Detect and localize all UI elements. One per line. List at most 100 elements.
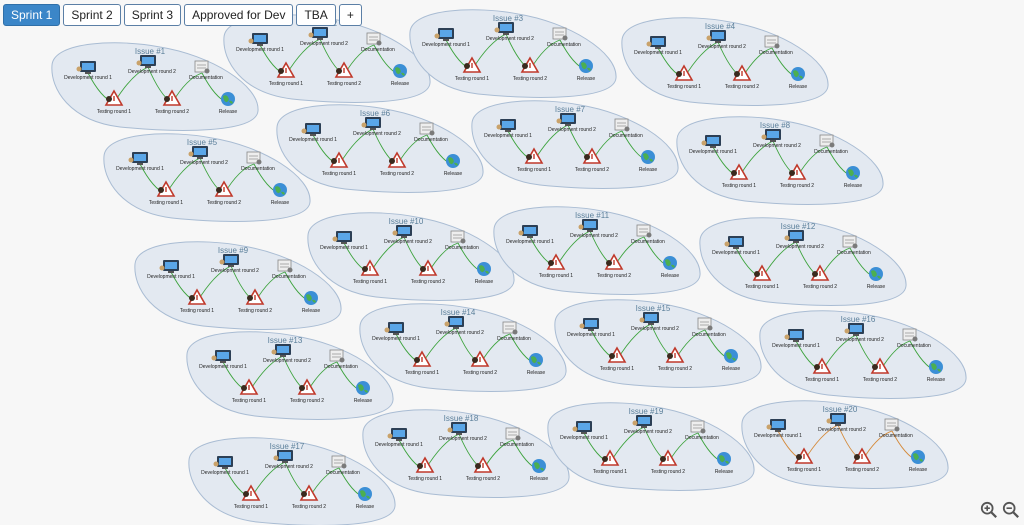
node-label-test2: Testing round 2 bbox=[780, 183, 814, 189]
node-label-test1: Testing round 1 bbox=[408, 476, 442, 482]
issue-cluster[interactable]: Issue #5 Development round 1 Development r… bbox=[103, 133, 311, 222]
node-label-test2: Testing round 2 bbox=[380, 171, 414, 177]
tab-sprint-2[interactable]: Sprint 2 bbox=[63, 4, 121, 26]
node-label-test2: Testing round 2 bbox=[845, 467, 879, 473]
issue-cluster[interactable]: Issue #3 Development round 1 Development r… bbox=[409, 9, 617, 98]
issue-cluster[interactable]: Issue #17 Development round 1 Development … bbox=[188, 437, 396, 525]
release-globe-icon bbox=[358, 487, 372, 501]
release-globe-icon bbox=[724, 349, 738, 363]
release-globe-icon bbox=[446, 154, 460, 168]
add-tab-button[interactable]: + bbox=[338, 4, 362, 26]
tab-sprint-3[interactable]: Sprint 3 bbox=[123, 4, 182, 26]
node-label-test2: Testing round 2 bbox=[466, 476, 500, 482]
node-label-test1: Testing round 1 bbox=[97, 109, 131, 115]
issue-cluster[interactable]: Issue #19 Development round 1 Development … bbox=[547, 402, 755, 491]
node-label-release: Release bbox=[271, 200, 290, 206]
node-label-release: Release bbox=[844, 183, 863, 189]
release-globe-icon bbox=[929, 360, 943, 374]
node-label-dev1: Development round 1 bbox=[116, 166, 164, 172]
node-label-dev2: Development round 2 bbox=[353, 131, 401, 137]
node-label-dev2: Development round 2 bbox=[570, 233, 618, 239]
issue-title: Issue #11 bbox=[575, 211, 610, 220]
node-label-dev2: Development round 2 bbox=[753, 143, 801, 149]
node-label-release: Release bbox=[661, 273, 680, 279]
node-label-release: Release bbox=[909, 467, 928, 473]
node-label-release: Release bbox=[354, 398, 373, 404]
node-label-test1: Testing round 1 bbox=[805, 377, 839, 383]
issue-cluster[interactable]: Issue #7 Development round 1 Development r… bbox=[471, 100, 679, 189]
release-globe-icon bbox=[641, 150, 655, 164]
node-label-test2: Testing round 2 bbox=[725, 84, 759, 90]
zoom-controls bbox=[980, 501, 1020, 519]
node-label-doc: Documentation bbox=[759, 50, 793, 56]
tab-approved-for-dev[interactable]: Approved for Dev bbox=[184, 4, 294, 26]
node-label-dev2: Development round 2 bbox=[631, 326, 679, 332]
issue-cluster[interactable]: Issue #15 Development round 1 Development … bbox=[554, 299, 762, 388]
issue-title: Issue #9 bbox=[218, 246, 249, 255]
documentation-icon bbox=[246, 151, 262, 165]
documentation-icon bbox=[194, 60, 210, 74]
node-label-release: Release bbox=[789, 84, 808, 90]
issue-title: Issue #14 bbox=[441, 308, 476, 317]
node-label-dev1: Development round 1 bbox=[689, 149, 737, 155]
issue-cluster[interactable]: Issue #20 Development round 1 Development … bbox=[741, 400, 949, 489]
issue-title: Issue #8 bbox=[760, 121, 791, 130]
tab-sprint-1[interactable]: Sprint 1 bbox=[3, 4, 61, 26]
zoom-out-icon[interactable] bbox=[1002, 501, 1020, 519]
issue-cluster[interactable]: Issue #10 Development round 1 Development … bbox=[307, 212, 515, 301]
node-label-test2: Testing round 2 bbox=[290, 398, 324, 404]
node-label-doc: Documentation bbox=[837, 250, 871, 256]
release-globe-icon bbox=[846, 166, 860, 180]
documentation-icon bbox=[697, 317, 713, 331]
node-label-dev2: Development round 2 bbox=[211, 268, 259, 274]
zoom-in-icon[interactable] bbox=[980, 501, 998, 519]
issue-cluster[interactable]: Issue #18 Development round 1 Development … bbox=[362, 409, 570, 498]
issue-cluster[interactable]: Issue #11 Development round 1 Development … bbox=[493, 206, 701, 295]
documentation-icon bbox=[614, 118, 630, 132]
node-label-dev1: Development round 1 bbox=[484, 133, 532, 139]
node-label-dev2: Development round 2 bbox=[818, 427, 866, 433]
node-label-release: Release bbox=[867, 284, 886, 290]
node-label-test2: Testing round 2 bbox=[463, 370, 497, 376]
node-label-dev1: Development round 1 bbox=[372, 336, 420, 342]
issue-title: Issue #12 bbox=[781, 222, 816, 231]
issue-title: Issue #6 bbox=[360, 109, 391, 118]
issue-cluster[interactable]: Issue #9 Development round 1 Development r… bbox=[134, 241, 342, 330]
node-label-dev1: Development round 1 bbox=[567, 332, 615, 338]
issue-cluster[interactable]: Issue #14 Development round 1 Development … bbox=[359, 303, 567, 392]
node-label-test2: Testing round 2 bbox=[327, 81, 361, 87]
node-label-dev2: Development round 2 bbox=[836, 337, 884, 343]
node-label-dev2: Development round 2 bbox=[439, 436, 487, 442]
node-label-dev2: Development round 2 bbox=[624, 429, 672, 435]
node-label-test2: Testing round 2 bbox=[575, 167, 609, 173]
node-label-test2: Testing round 2 bbox=[803, 284, 837, 290]
issue-cluster[interactable]: Issue #16 Development round 1 Development … bbox=[759, 310, 967, 399]
issue-cluster[interactable]: Issue #12 Development round 1 Development … bbox=[699, 217, 907, 306]
documentation-icon bbox=[690, 420, 706, 434]
node-label-doc: Documentation bbox=[685, 435, 719, 441]
node-label-dev1: Development round 1 bbox=[147, 274, 195, 280]
issue-cluster[interactable]: Issue #4 Development round 1 Development r… bbox=[621, 17, 829, 106]
issue-title: Issue #19 bbox=[629, 407, 664, 416]
issue-cluster[interactable]: Issue #6 Development round 1 Development r… bbox=[276, 104, 484, 193]
node-label-dev1: Development round 1 bbox=[560, 435, 608, 441]
node-label-test1: Testing round 1 bbox=[600, 366, 634, 372]
node-label-test1: Testing round 1 bbox=[180, 308, 214, 314]
node-label-test2: Testing round 2 bbox=[651, 469, 685, 475]
node-label-dev2: Development round 2 bbox=[180, 160, 228, 166]
issue-cluster[interactable]: Issue #2Development round 1Development r… bbox=[223, 14, 431, 103]
node-label-doc: Documentation bbox=[445, 245, 479, 251]
issue-network-graph[interactable]: Issue #1 Development round 1 Development r… bbox=[0, 0, 1024, 525]
node-label-release: Release bbox=[927, 377, 946, 383]
node-label-dev1: Development round 1 bbox=[320, 245, 368, 251]
issue-title: Issue #1 bbox=[135, 47, 166, 56]
tab-tba[interactable]: TBA bbox=[296, 4, 336, 26]
documentation-icon bbox=[636, 224, 652, 238]
issue-cluster[interactable]: Issue #8 Development round 1 Development r… bbox=[676, 116, 884, 205]
release-globe-icon bbox=[717, 452, 731, 466]
issue-title: Issue #18 bbox=[444, 414, 479, 423]
release-globe-icon bbox=[579, 59, 593, 73]
node-label-test1: Testing round 1 bbox=[539, 273, 573, 279]
node-label-doc: Documentation bbox=[814, 149, 848, 155]
node-label-test2: Testing round 2 bbox=[155, 109, 189, 115]
